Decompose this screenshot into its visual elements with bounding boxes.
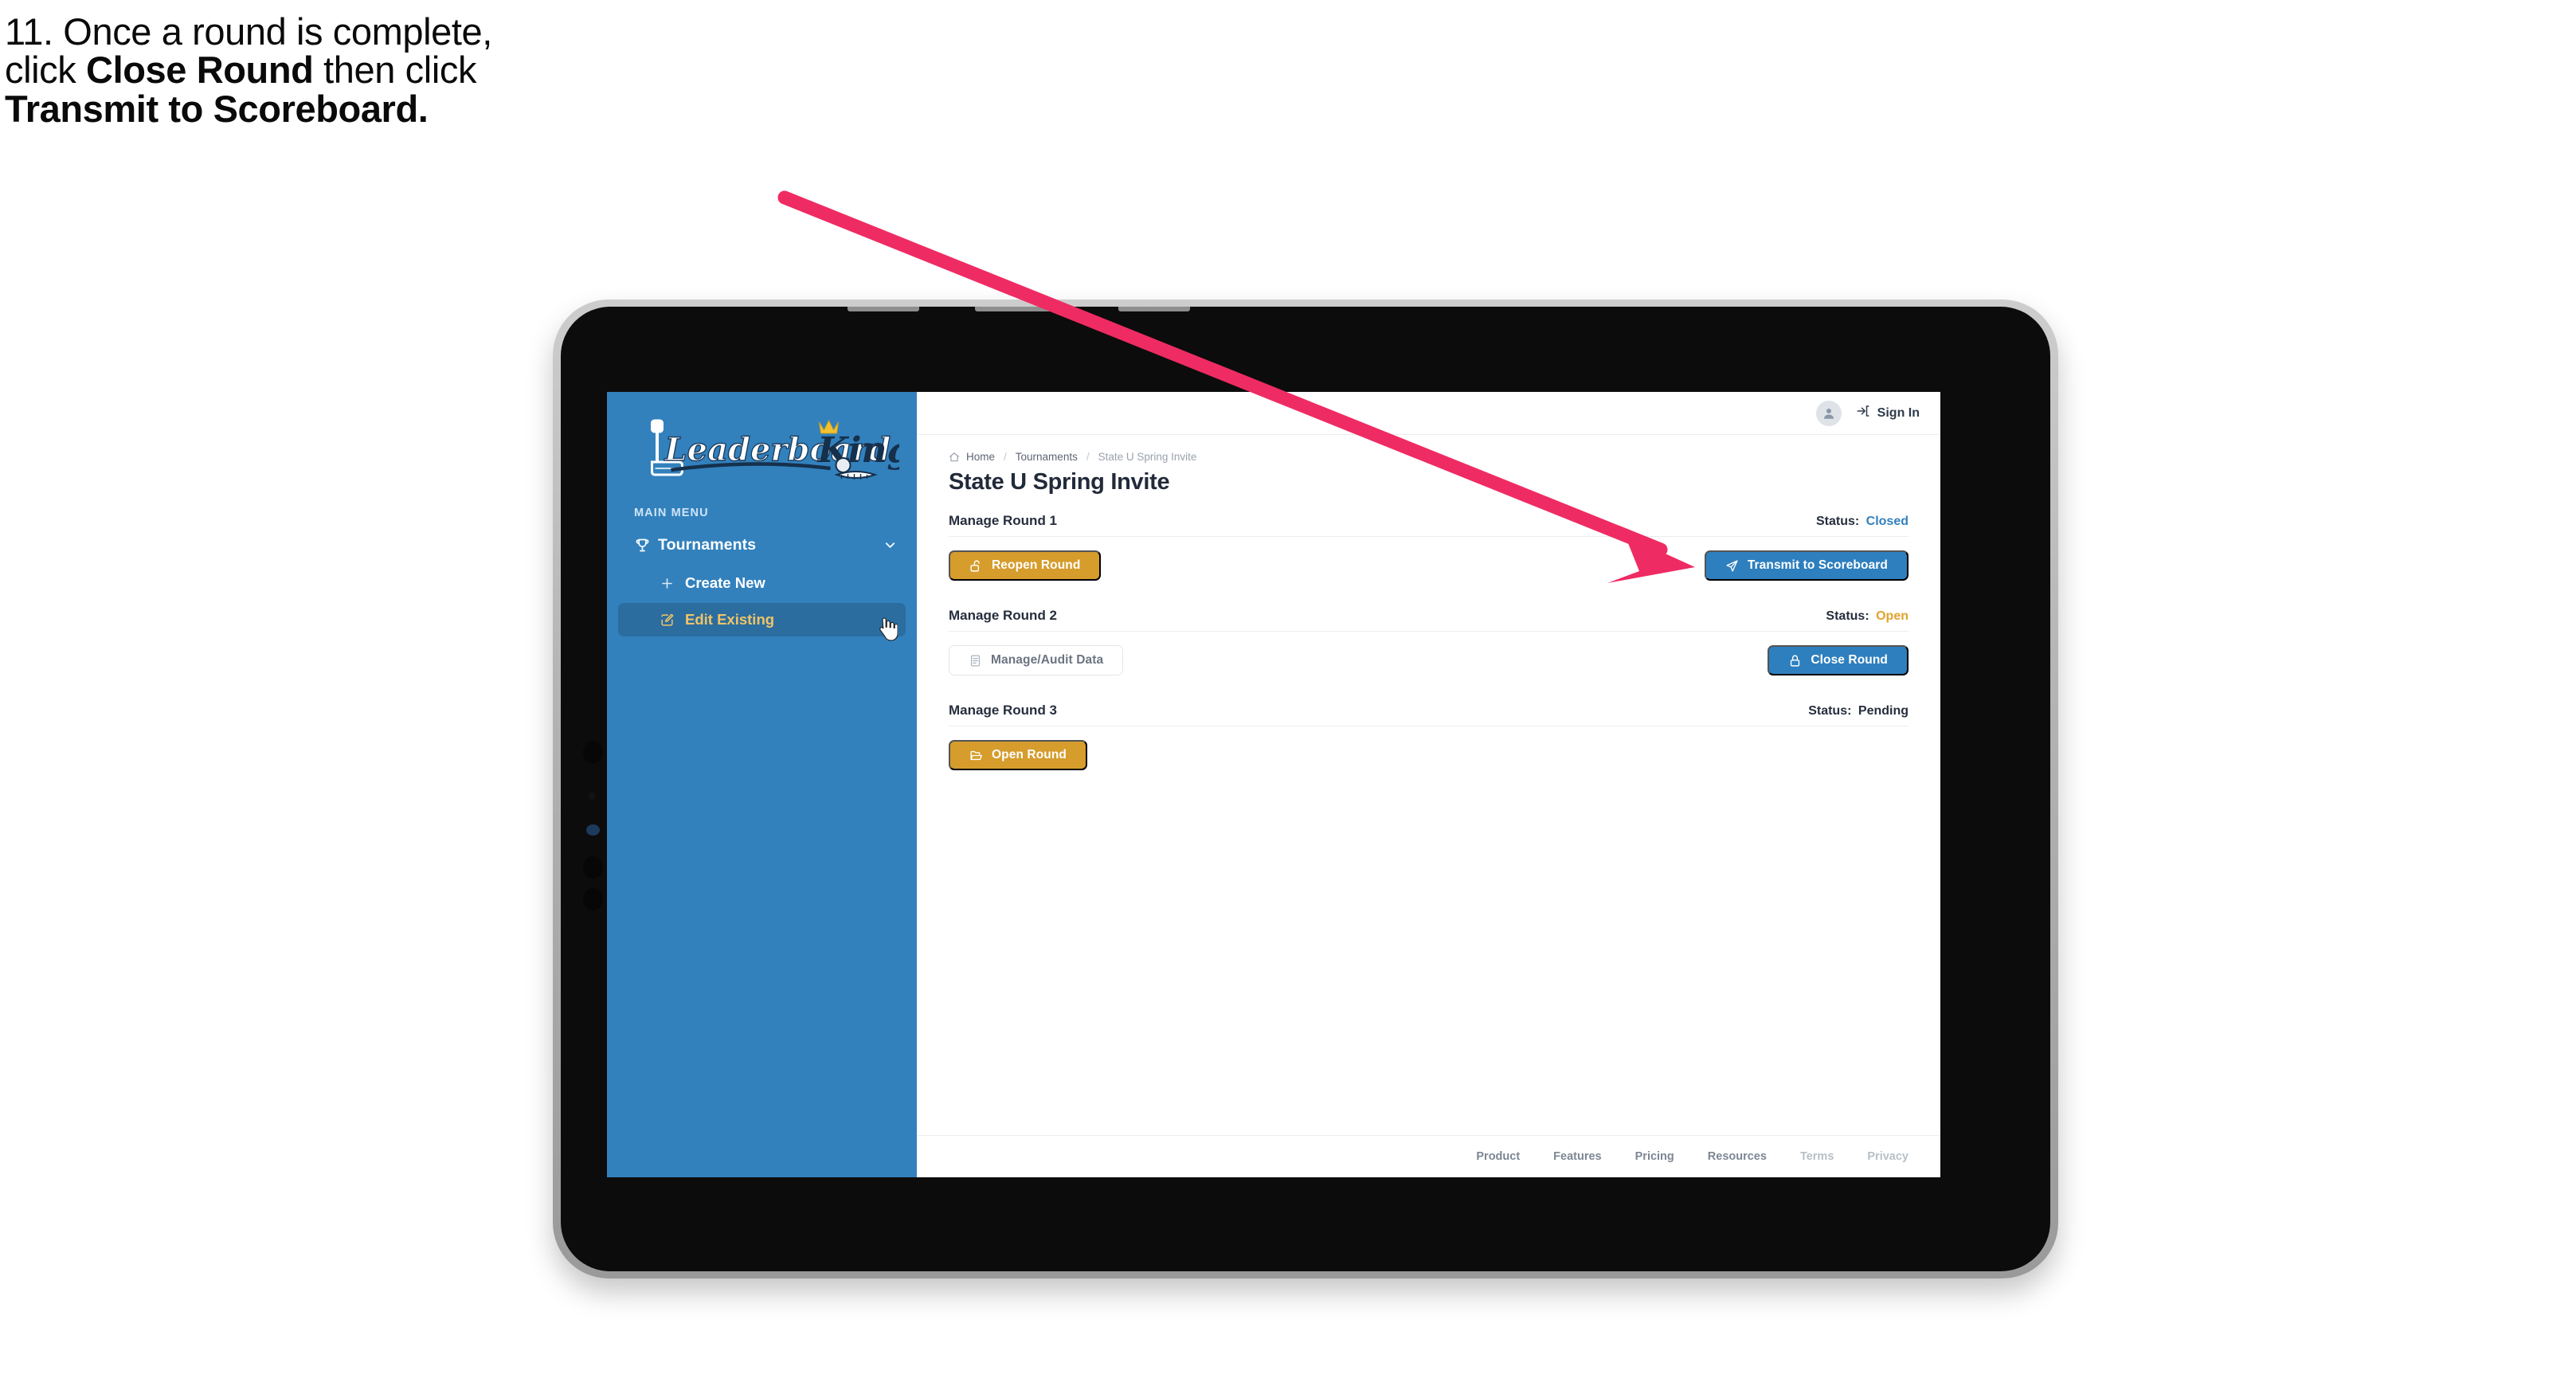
tablet-side-button-a xyxy=(583,741,603,764)
breadcrumb-item-tournaments[interactable]: Tournaments xyxy=(1016,451,1078,463)
close-round-button[interactable]: Close Round xyxy=(1768,645,1909,675)
round-3-actions: Open Round xyxy=(949,740,1909,770)
page-title: State U Spring Invite xyxy=(949,469,1170,495)
caption-line-2-post: then click xyxy=(313,49,477,92)
breadcrumb: Home / Tournaments / State U Spring Invi… xyxy=(949,451,1909,463)
sidebar-item-create-new[interactable]: Create New xyxy=(618,566,906,600)
transmit-to-scoreboard-button[interactable]: Transmit to Scoreboard xyxy=(1704,550,1909,581)
close-round-label: Close Round xyxy=(1811,653,1888,667)
lock-icon xyxy=(1788,654,1802,668)
round-2-header: Manage Round 2 Status: Open xyxy=(949,608,1909,632)
round-2-status: Status: Open xyxy=(1826,609,1909,624)
tablet-side-button-c xyxy=(583,856,603,879)
footer-link-pricing[interactable]: Pricing xyxy=(1635,1150,1674,1163)
round-1-actions: Reopen Round Transmit to Scoreboard xyxy=(949,550,1909,581)
sidebar-item-tournaments[interactable]: Tournaments xyxy=(607,527,917,563)
round-3-status-value: Pending xyxy=(1858,704,1909,718)
round-block-2: Manage Round 2 Status: Open Manage/Audit… xyxy=(949,608,1909,675)
footer-link-product[interactable]: Product xyxy=(1476,1150,1520,1163)
pointing-hand-cursor xyxy=(877,617,898,641)
home-icon[interactable] xyxy=(949,452,960,463)
tablet-top-notch-2 xyxy=(975,307,1063,311)
sidebar-item-create-new-label: Create New xyxy=(685,574,765,591)
page-content: Home / Tournaments / State U Spring Invi… xyxy=(917,435,1940,1135)
manage-audit-data-button[interactable]: Manage/Audit Data xyxy=(949,645,1124,675)
user-avatar-icon[interactable] xyxy=(1815,400,1842,426)
round-2-title: Manage Round 2 xyxy=(949,608,1058,623)
round-3-title: Manage Round 3 xyxy=(949,703,1058,718)
round-3-status-label: Status: xyxy=(1808,704,1852,718)
caption-bold-close-round: Close Round xyxy=(86,49,314,92)
breadcrumb-item-current: State U Spring Invite xyxy=(1098,451,1197,463)
sidebar-item-edit-existing[interactable]: Edit Existing xyxy=(618,603,906,641)
caption-line-2-pre: click xyxy=(5,49,87,92)
sign-in-button[interactable]: Sign In xyxy=(1856,404,1920,422)
sign-in-arrow-icon xyxy=(1856,404,1877,422)
edit-square-icon xyxy=(660,613,685,628)
reopen-round-label: Reopen Round xyxy=(992,558,1081,572)
round-3-status: Status: Pending xyxy=(1808,704,1909,718)
reopen-round-button[interactable]: Reopen Round xyxy=(949,550,1102,581)
chevron-down-icon[interactable] xyxy=(883,538,898,553)
footer-link-features[interactable]: Features xyxy=(1553,1150,1601,1163)
manage-audit-data-label: Manage/Audit Data xyxy=(991,653,1104,667)
unlock-icon xyxy=(969,559,983,573)
open-round-label: Open Round xyxy=(992,748,1067,762)
footer-link-terms[interactable]: Terms xyxy=(1800,1150,1834,1163)
caption-line-2: click Close Round then click xyxy=(5,51,865,89)
footer-link-privacy[interactable]: Privacy xyxy=(1867,1150,1909,1163)
plus-icon xyxy=(660,576,685,591)
sidebar-item-tournaments-label: Tournaments xyxy=(658,536,757,554)
open-round-button[interactable]: Open Round xyxy=(949,740,1087,770)
tablet-top-notch-1 xyxy=(848,307,919,311)
tablet-side-button-b xyxy=(589,793,596,800)
tablet-side-button-d xyxy=(583,888,603,910)
breadcrumb-item-home[interactable]: Home xyxy=(966,451,995,463)
svg-text:King: King xyxy=(816,430,900,471)
app-viewport: Leaderboard King MAIN MENU xyxy=(607,392,1940,1177)
caption-bold-transmit: Transmit to Scoreboard. xyxy=(5,87,429,130)
tablet-top-notch-3 xyxy=(1118,307,1190,311)
footer-link-resources[interactable]: Resources xyxy=(1708,1150,1767,1163)
round-3-header: Manage Round 3 Status: Pending xyxy=(949,703,1909,726)
round-1-status: Status: Closed xyxy=(1816,515,1909,529)
round-2-actions: Manage/Audit Data Close Round xyxy=(949,645,1909,675)
footer-nav: Product Features Pricing Resources Terms… xyxy=(917,1135,1940,1177)
breadcrumb-separator-1: / xyxy=(1004,451,1007,463)
sidebar: Leaderboard King MAIN MENU xyxy=(607,392,917,1177)
round-1-status-value: Closed xyxy=(1865,515,1909,528)
leaderboard-king-logo[interactable]: Leaderboard King xyxy=(624,413,899,486)
caption-line-3: Transmit to Scoreboard. xyxy=(5,87,865,130)
transmit-to-scoreboard-label: Transmit to Scoreboard xyxy=(1747,558,1888,572)
open-folder-icon xyxy=(969,749,983,762)
round-block-1: Manage Round 1 Status: Closed Reopen Rou… xyxy=(949,513,1909,581)
sidebar-item-edit-existing-label: Edit Existing xyxy=(685,611,775,628)
round-1-header: Manage Round 1 Status: Closed xyxy=(949,513,1909,537)
round-1-status-label: Status: xyxy=(1815,515,1860,528)
top-bar: Sign In xyxy=(917,392,1940,435)
round-1-title: Manage Round 1 xyxy=(949,513,1058,528)
spreadsheet-icon xyxy=(969,654,982,668)
app-body: Leaderboard King MAIN MENU xyxy=(607,392,1940,1177)
paper-plane-icon xyxy=(1725,559,1739,573)
caption-line-1: 11. Once a round is complete, xyxy=(5,10,492,53)
tablet-camera-dot xyxy=(586,824,600,836)
trophy-icon xyxy=(634,537,658,554)
round-2-status-value: Open xyxy=(1876,609,1909,623)
main-panel: Sign In Home / Tournaments / State U Spr… xyxy=(917,392,1940,1177)
round-2-status-label: Status: xyxy=(1826,609,1869,623)
instruction-caption: 11. Once a round is complete, click Clos… xyxy=(5,10,865,130)
round-block-3: Manage Round 3 Status: Pending Open Roun… xyxy=(949,703,1909,770)
breadcrumb-separator-2: / xyxy=(1086,451,1090,463)
sidebar-section-label: MAIN MENU xyxy=(634,507,709,519)
sign-in-label: Sign In xyxy=(1877,405,1920,420)
